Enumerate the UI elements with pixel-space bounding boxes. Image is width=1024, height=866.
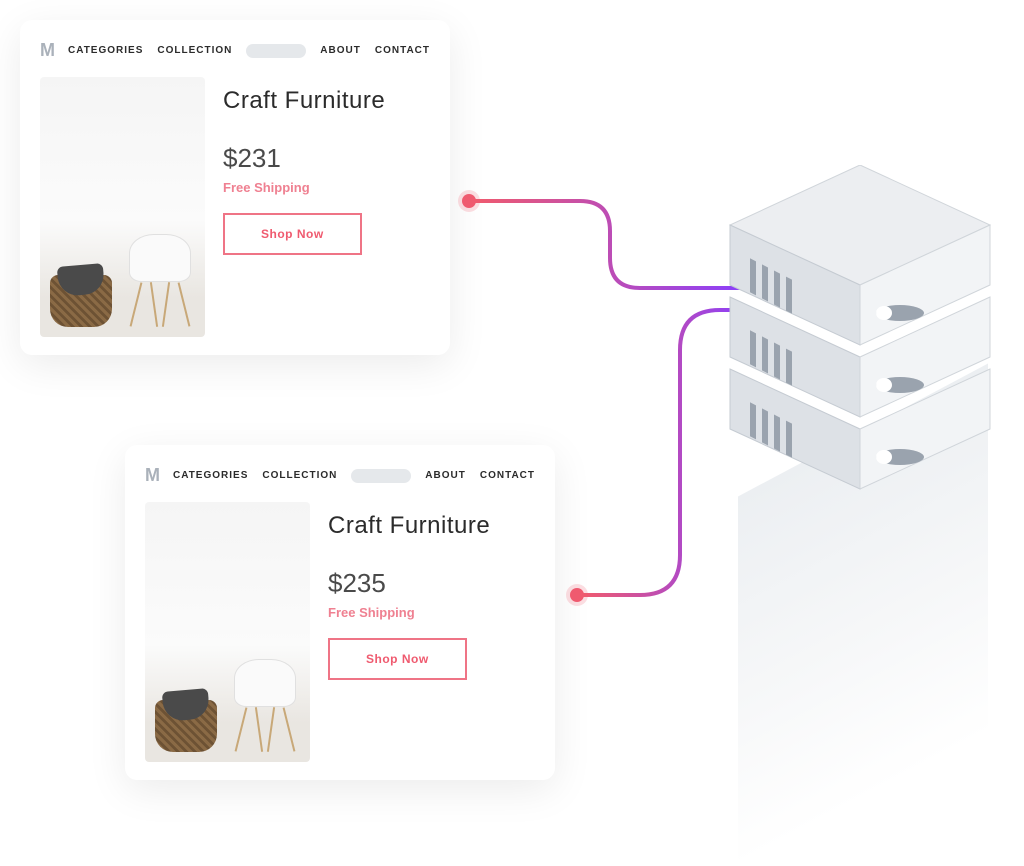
product-card-1: M CATEGORIES COLLECTION ABOUT CONTACT Cr… xyxy=(20,20,450,355)
product-info: Craft Furniture $231 Free Shipping Shop … xyxy=(223,77,430,337)
nav-categories[interactable]: CATEGORIES xyxy=(173,470,248,481)
chair-icon xyxy=(129,234,191,327)
server-stack-icon xyxy=(720,165,1000,495)
nav-about[interactable]: ABOUT xyxy=(425,470,466,481)
nav-about[interactable]: ABOUT xyxy=(320,45,361,56)
product-image xyxy=(40,77,205,337)
product-card-2: M CATEGORIES COLLECTION ABOUT CONTACT Cr… xyxy=(125,445,555,780)
nav-search-pill[interactable] xyxy=(246,44,306,58)
logo-icon: M xyxy=(145,465,159,486)
shop-now-button[interactable]: Shop Now xyxy=(223,213,362,255)
card-content: Craft Furniture $231 Free Shipping Shop … xyxy=(40,77,430,337)
nav-search-pill[interactable] xyxy=(351,469,411,483)
basket-icon xyxy=(155,700,217,752)
product-price: $231 xyxy=(223,143,430,174)
card-content: Craft Furniture $235 Free Shipping Shop … xyxy=(145,502,535,762)
logo-icon: M xyxy=(40,40,54,61)
nav-collection[interactable]: COLLECTION xyxy=(157,45,232,56)
product-image xyxy=(145,502,310,762)
shipping-label: Free Shipping xyxy=(223,180,430,195)
shipping-label: Free Shipping xyxy=(328,605,535,620)
nav-bar: M CATEGORIES COLLECTION ABOUT CONTACT xyxy=(145,465,535,486)
product-title: Craft Furniture xyxy=(223,87,430,115)
nav-contact[interactable]: CONTACT xyxy=(375,45,430,56)
connector-dot-2 xyxy=(570,588,584,602)
product-price: $235 xyxy=(328,568,535,599)
connector-dot-1 xyxy=(462,194,476,208)
nav-contact[interactable]: CONTACT xyxy=(480,470,535,481)
chair-icon xyxy=(234,659,296,752)
shop-now-button[interactable]: Shop Now xyxy=(328,638,467,680)
product-title: Craft Furniture xyxy=(328,512,535,540)
product-info: Craft Furniture $235 Free Shipping Shop … xyxy=(328,502,535,762)
nav-collection[interactable]: COLLECTION xyxy=(262,470,337,481)
basket-icon xyxy=(50,275,112,327)
nav-categories[interactable]: CATEGORIES xyxy=(68,45,143,56)
nav-bar: M CATEGORIES COLLECTION ABOUT CONTACT xyxy=(40,40,430,61)
